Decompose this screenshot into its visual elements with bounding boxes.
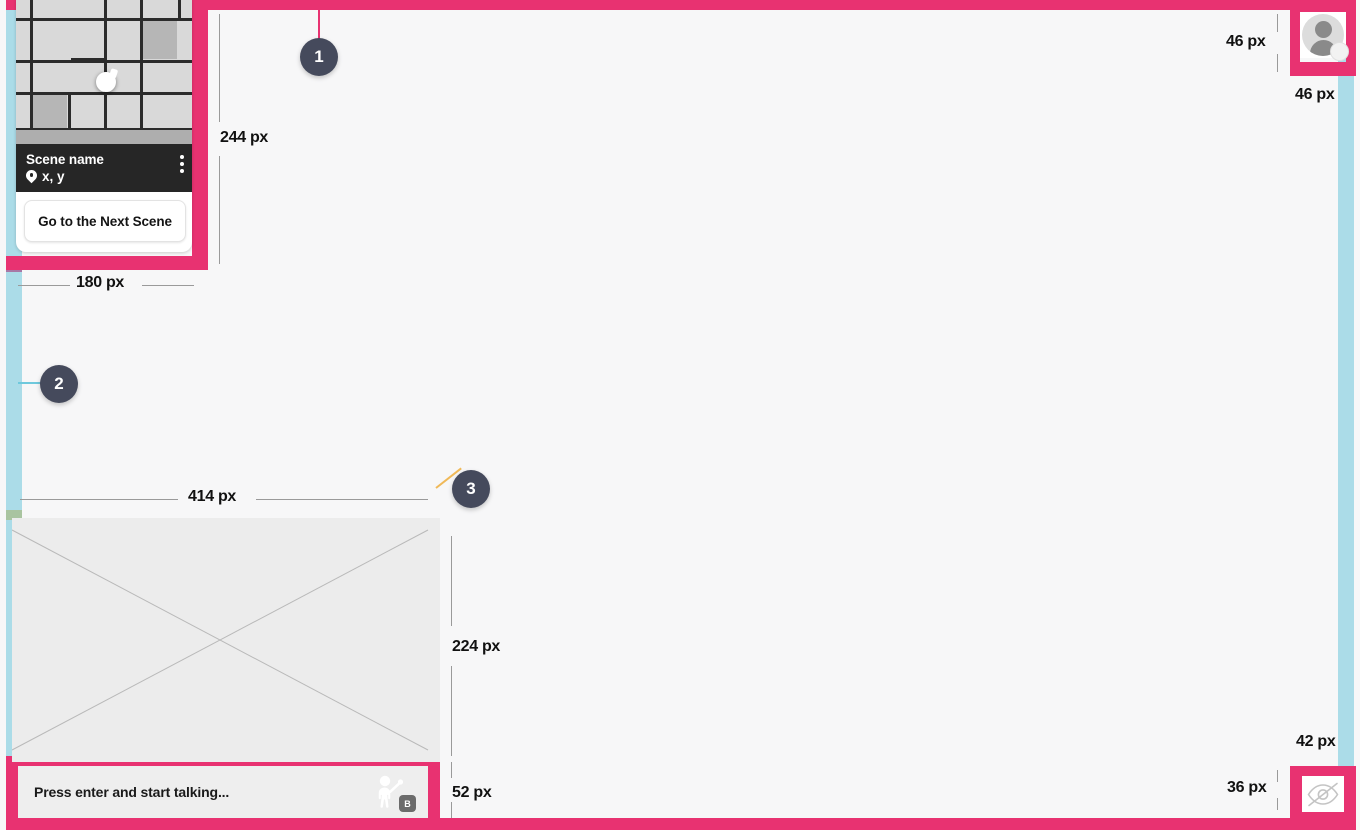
go-to-next-scene-button[interactable]: Go to the Next Scene bbox=[24, 200, 186, 242]
redline-band-bottom-span bbox=[440, 818, 1290, 830]
dim-label-eye-width: 42 px bbox=[1296, 733, 1336, 750]
scene-card[interactable]: Scene name x, y Go to the Next Scene bbox=[16, 0, 192, 252]
image-placeholder[interactable] bbox=[12, 518, 440, 762]
dim-label-scene-card-height: 244 px bbox=[220, 129, 269, 146]
status-badge-circle-icon bbox=[1330, 42, 1349, 61]
map-pin-icon bbox=[26, 170, 37, 184]
dim-line-eye-height-lower bbox=[1277, 798, 1278, 810]
dim-label-voice-bar-height: 52 px bbox=[452, 784, 492, 801]
dim-label-avatar-height: 46 px bbox=[1226, 33, 1266, 50]
dim-line-voice-bar-height-lower bbox=[451, 802, 452, 818]
scene-name-label: Scene name bbox=[26, 152, 104, 167]
voice-input-placeholder: Press enter and start talking... bbox=[34, 784, 230, 800]
visibility-toggle[interactable] bbox=[1302, 776, 1344, 812]
right-edge-guide-strip bbox=[1338, 0, 1354, 830]
scene-info-panel: Scene name x, y bbox=[16, 144, 192, 192]
dim-line-scene-card-width-left bbox=[18, 285, 70, 286]
redline-band-avatar-bottom bbox=[1290, 62, 1356, 76]
dim-label-image-width: 414 px bbox=[188, 488, 237, 505]
scene-map-thumbnail[interactable] bbox=[16, 0, 192, 144]
annotation-marker-1[interactable]: 1 bbox=[300, 38, 338, 76]
dim-label-scene-card-width: 180 px bbox=[76, 274, 125, 291]
scene-location-label: x, y bbox=[42, 169, 65, 184]
dim-line-scene-card-width-right bbox=[142, 285, 194, 286]
redline-band-top-span bbox=[208, 0, 1290, 10]
dim-line-image-height-upper bbox=[451, 536, 452, 626]
map-marker-icon bbox=[96, 72, 116, 92]
redline-band-voice-bar-bottom bbox=[6, 818, 440, 830]
eye-off-icon bbox=[1307, 782, 1339, 807]
dim-line-voice-bar-height-upper bbox=[451, 762, 452, 778]
redline-band-scene-card-bottom bbox=[6, 256, 208, 270]
dim-line-image-width-right bbox=[256, 499, 428, 500]
kebab-menu-icon[interactable] bbox=[180, 155, 184, 173]
dim-line-scene-card-height-lower bbox=[219, 156, 220, 264]
dim-line-image-width-left bbox=[20, 499, 178, 500]
avatar-container[interactable] bbox=[1300, 12, 1349, 61]
dim-line-scene-card-height-upper bbox=[219, 14, 220, 122]
dim-label-eye-height: 36 px bbox=[1227, 779, 1267, 796]
person-waving-icon[interactable]: B bbox=[370, 774, 416, 812]
dim-line-image-height-lower bbox=[451, 666, 452, 756]
shortcut-key-badge: B bbox=[399, 795, 416, 812]
map-bottom-strip bbox=[16, 130, 192, 144]
redline-band-scene-card-right bbox=[192, 0, 208, 268]
dim-line-avatar-height-upper bbox=[1277, 14, 1278, 32]
annotation-marker-2[interactable]: 2 bbox=[40, 365, 78, 403]
dim-line-eye-height-upper bbox=[1277, 770, 1278, 782]
dim-line-avatar-height-lower bbox=[1277, 54, 1278, 72]
annotation-marker-3[interactable]: 3 bbox=[452, 470, 490, 508]
scene-location: x, y bbox=[26, 168, 182, 186]
dim-label-avatar-width: 46 px bbox=[1295, 86, 1335, 103]
voice-input-bar[interactable]: Press enter and start talking... B bbox=[18, 766, 428, 818]
dim-label-image-height: 224 px bbox=[452, 638, 501, 655]
redline-band-eye-bottom bbox=[1290, 812, 1356, 830]
